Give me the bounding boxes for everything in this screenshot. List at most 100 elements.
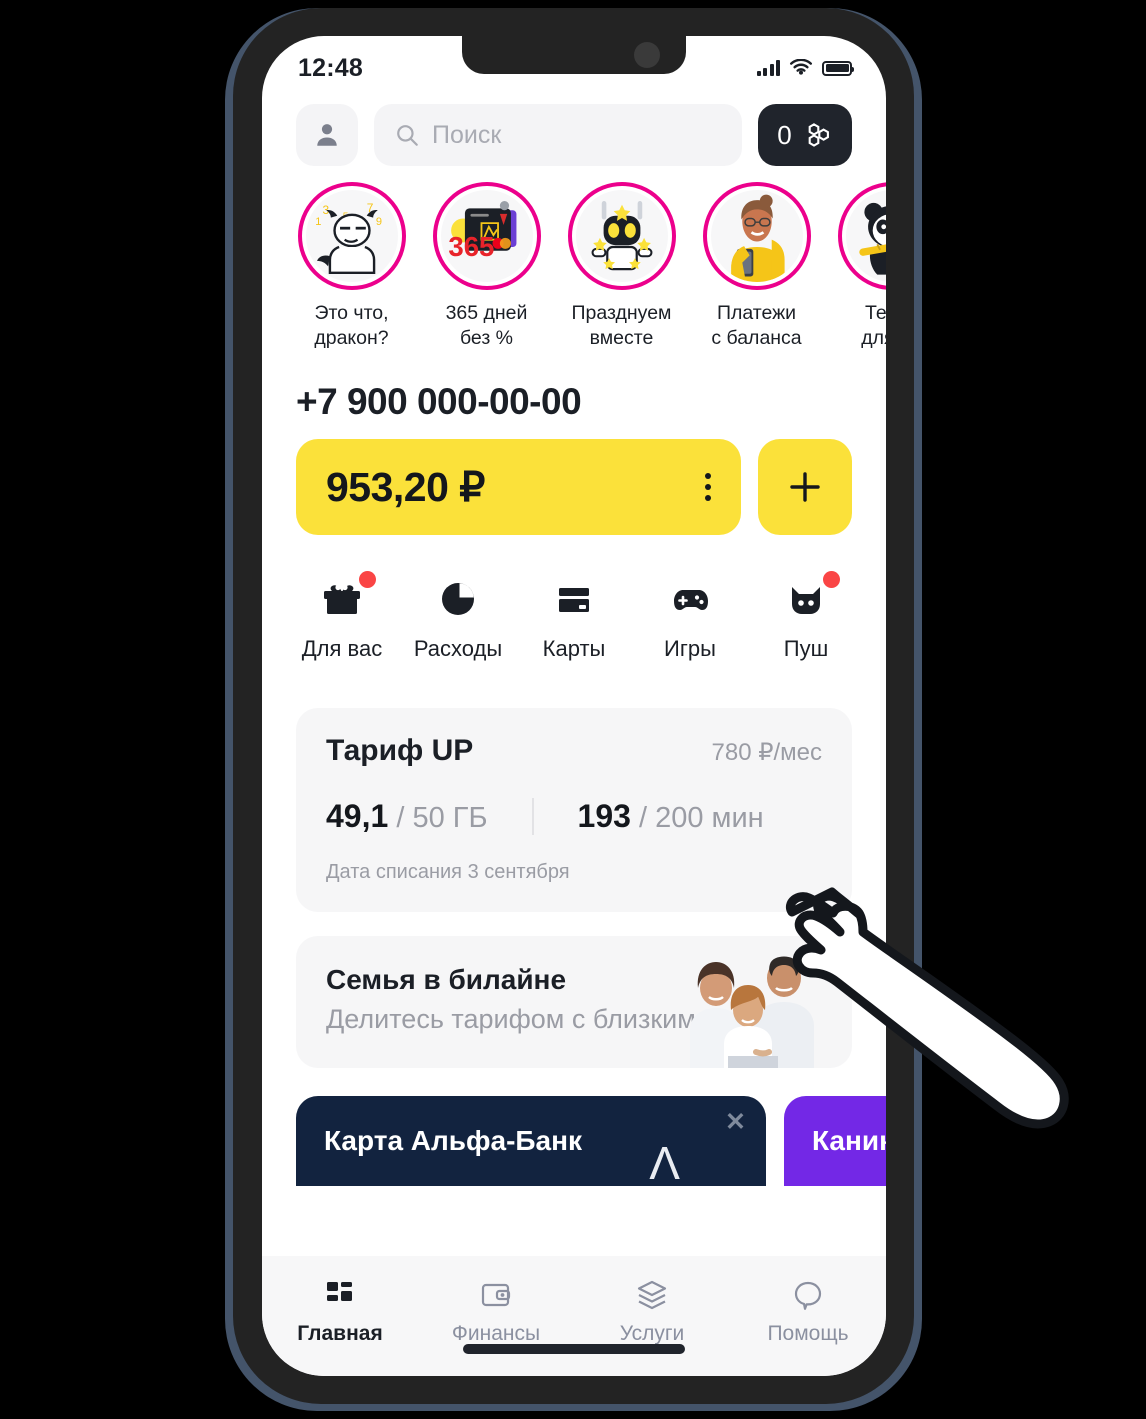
- cellular-bars-icon: [756, 60, 780, 76]
- quick-action-label: Карты: [542, 635, 606, 661]
- bank-card-365: 365: [440, 190, 533, 282]
- tariff-data-meter: 49,1 / 50 ГБ: [326, 798, 488, 835]
- story-caption: Празднуем вместе: [571, 302, 672, 349]
- balance-button[interactable]: 953,20 ₽: [296, 438, 741, 535]
- tariff-minutes-meter: 193 / 200 мин: [531, 797, 764, 835]
- family-card[interactable]: Семья в билайне Делитесь тарифом с близк…: [296, 935, 852, 1068]
- tab-finance[interactable]: Финансы: [418, 1274, 574, 1346]
- story-item[interactable]: Телеc для бл: [824, 182, 886, 351]
- promo-carousel[interactable]: Карта Альфа-Банк Λ ✕ Каник: [262, 1068, 886, 1189]
- story-ring: 365: [432, 182, 541, 290]
- tariff-billing-note: Дата списания 3 сентября: [326, 860, 570, 883]
- quick-action-push[interactable]: Пуш: [748, 570, 864, 662]
- svg-text:365: 365: [448, 231, 494, 262]
- gamepad-icon: [674, 589, 708, 610]
- quick-actions-row: Для вас Расходы Карты Игры Пуш: [262, 535, 886, 662]
- app-content: Поиск 0 3 1 7 9 Это что, дракон? 365 365…: [262, 90, 886, 1376]
- tariff-card[interactable]: Тариф UP 780 ₽/мес 49,1 / 50 ГБ 193 / 20…: [296, 707, 852, 912]
- bottom-navigation: Главная Финансы Услуги Помощь: [262, 1256, 886, 1376]
- layers-icon: [637, 1280, 667, 1310]
- promo-title: Карта Альфа-Банк: [324, 1124, 583, 1156]
- family-photo: [690, 956, 814, 1068]
- dragon-character: 3 1 5 7 9 2: [305, 190, 398, 282]
- search-placeholder: Поиск: [432, 120, 502, 149]
- tariff-price: 780 ₽/мес: [711, 738, 823, 766]
- notification-badge: [823, 570, 840, 588]
- dashboard-icon: [327, 1282, 352, 1301]
- header-row: Поиск 0: [262, 90, 886, 166]
- story-item[interactable]: Празднуем вместе: [554, 182, 689, 351]
- tariff-minutes-used: 193: [577, 797, 631, 834]
- quick-action-label: Для вас: [301, 635, 383, 661]
- tariff-title: Тариф UP: [326, 733, 474, 767]
- tab-services[interactable]: Услуги: [574, 1274, 730, 1346]
- quick-action-expenses[interactable]: Расходы: [400, 573, 516, 662]
- quick-action-games[interactable]: Игры: [632, 573, 748, 662]
- robot-stars: [575, 190, 668, 282]
- quick-action-label: Игры: [664, 635, 716, 661]
- balance-row: 953,20 ₽: [262, 423, 886, 535]
- story-ring: [567, 182, 676, 290]
- status-icons: [756, 59, 854, 77]
- credit-card-icon: [559, 587, 589, 612]
- promo-card-holidays[interactable]: Каник: [784, 1095, 886, 1186]
- tab-label: Услуги: [619, 1322, 685, 1345]
- panda-bamboo: [845, 190, 886, 282]
- alfa-bank-logo: Λ: [649, 1136, 680, 1189]
- story-caption: Телеc для бл: [861, 302, 886, 349]
- close-icon[interactable]: ✕: [725, 1109, 746, 1135]
- tariff-card-header: Тариф UP 780 ₽/мес: [326, 734, 822, 768]
- promo-title: Каник: [812, 1124, 886, 1156]
- story-caption: Это что, дракон?: [314, 302, 389, 349]
- quick-action-cards[interactable]: Карты: [516, 573, 632, 662]
- balance-amount: 953,20 ₽: [326, 463, 485, 510]
- woman-yellow-sweater: [710, 190, 803, 282]
- tab-home[interactable]: Главная: [262, 1274, 418, 1346]
- quick-action-label: Расходы: [413, 635, 503, 661]
- status-bar: 12:48: [262, 36, 886, 90]
- wallet-icon: [481, 1283, 511, 1307]
- screenshot-stage: 12:48 Поиск 0 3 1 7 9 Это что, дракон? 3…: [0, 0, 1146, 1419]
- pie-chart-icon: [442, 582, 474, 615]
- story-caption: Платежи с баланса: [711, 302, 802, 349]
- tariff-minutes-total: / 200 мин: [638, 801, 764, 834]
- svg-text:9: 9: [375, 216, 381, 228]
- notification-badge: [359, 570, 376, 588]
- beads-button[interactable]: 0: [758, 104, 852, 166]
- tab-help[interactable]: Помощь: [730, 1274, 886, 1346]
- status-clock: 12:48: [298, 53, 363, 82]
- quick-action-for-you[interactable]: Для вас: [284, 570, 400, 662]
- tab-label: Финансы: [451, 1322, 541, 1345]
- person-icon: [317, 124, 337, 146]
- battery-icon: [822, 60, 854, 76]
- tariff-meters: 49,1 / 50 ГБ 193 / 200 мин: [326, 797, 822, 835]
- avatar[interactable]: [296, 104, 358, 166]
- topup-button[interactable]: [758, 438, 852, 535]
- story-ring: [837, 182, 886, 290]
- tab-label: Помощь: [767, 1322, 849, 1345]
- story-ring: 3 1 5 7 9 2: [297, 182, 406, 290]
- story-item[interactable]: 3 1 5 7 9 2: [284, 182, 419, 351]
- phone-screen: 12:48 Поиск 0 3 1 7 9 Это что, дракон? 3…: [262, 36, 886, 1376]
- story-item[interactable]: 365 365 дней без %: [419, 182, 554, 351]
- svg-text:3: 3: [322, 203, 329, 217]
- story-item[interactable]: Платежи с баланса: [689, 182, 824, 351]
- tab-label: Главная: [297, 1322, 383, 1345]
- wifi-icon: [790, 59, 812, 75]
- stories-carousel[interactable]: 3 1 5 7 9 2: [262, 166, 886, 351]
- page-title: +7 900 000-00-00: [296, 380, 582, 422]
- tariff-data-used: 49,1: [326, 797, 389, 834]
- plus-icon: [790, 472, 820, 502]
- svg-text:1: 1: [315, 216, 321, 228]
- search-input[interactable]: Поиск: [374, 104, 742, 166]
- beads-count: 0: [777, 119, 792, 150]
- quick-action-label: Пуш: [783, 635, 829, 661]
- promo-card-alfa[interactable]: Карта Альфа-Банк Λ ✕: [296, 1095, 766, 1189]
- home-indicator: [463, 1344, 685, 1354]
- tariff-data-total: / 50 ГБ: [396, 801, 488, 834]
- chat-icon: [794, 1281, 822, 1310]
- story-ring: [702, 182, 811, 290]
- kebab-menu-icon[interactable]: [705, 472, 711, 501]
- search-icon: [397, 125, 418, 146]
- honeycomb-icon: [808, 123, 829, 147]
